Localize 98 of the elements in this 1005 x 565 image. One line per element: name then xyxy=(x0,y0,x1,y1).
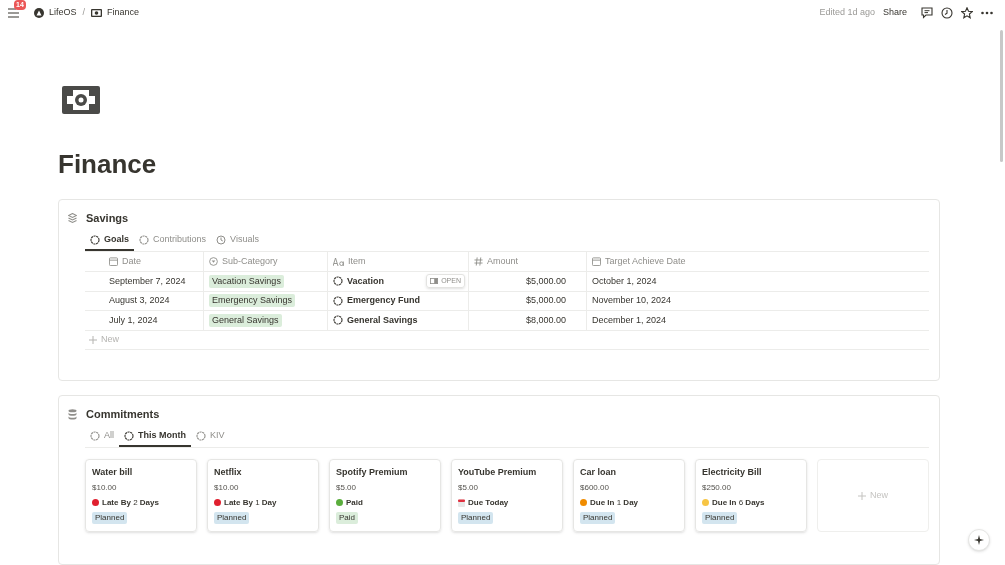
table-cell: December 1, 2024 xyxy=(592,313,667,327)
sparkle-icon xyxy=(974,535,984,545)
text-type-icon xyxy=(333,257,344,266)
money-icon xyxy=(62,86,100,114)
category-tag: Vacation Savings xyxy=(209,274,284,288)
money-icon xyxy=(91,9,103,17)
status-text: Due In 1 Day xyxy=(590,497,639,508)
status-tag: Paid xyxy=(336,512,358,524)
circle-icon xyxy=(333,276,343,287)
column-header[interactable]: Amount xyxy=(468,252,586,271)
circle-icon xyxy=(333,315,343,326)
ai-button[interactable] xyxy=(968,529,990,551)
circle-icon xyxy=(124,430,134,441)
status-text: Due In 6 Days xyxy=(712,497,765,508)
commitment-card[interactable]: Water bill $10.00 Late By 2 Days Planned xyxy=(85,459,197,532)
card-amount: $5.00 xyxy=(336,482,358,493)
breadcrumb-separator: / xyxy=(82,6,86,20)
circle-icon xyxy=(196,430,206,441)
table-cell-text: August 3, 2024 xyxy=(109,294,170,307)
status-tag: Planned xyxy=(458,512,494,524)
calendar-icon xyxy=(458,498,465,507)
table-cell: July 1, 2024 xyxy=(109,313,158,327)
layers-icon xyxy=(68,212,77,224)
commitment-card[interactable]: Car loan $600.00 Due In 1 Day Planned xyxy=(573,459,685,532)
dropdown-icon xyxy=(209,257,218,266)
calendar-icon xyxy=(109,257,118,266)
page-title: Finance xyxy=(58,148,158,180)
table-cell: $8,000.00 xyxy=(525,313,566,327)
status-tag: Planned xyxy=(702,512,738,524)
table-cell-text: $5,000.00 xyxy=(525,294,566,307)
view-tab[interactable]: Contributions xyxy=(134,230,212,251)
edited-time: Edited 1d ago xyxy=(819,6,875,20)
block-title: Commitments xyxy=(86,406,160,422)
circle-icon xyxy=(139,234,149,245)
commitment-card[interactable]: YouTube Premium $5.00 Due Today Planned xyxy=(451,459,563,532)
card-title: Netflix xyxy=(214,466,243,478)
column-header[interactable]: Date xyxy=(85,252,203,271)
item-title[interactable]: General Savings xyxy=(347,313,468,327)
logo-icon xyxy=(34,8,44,18)
status-text: Due Today xyxy=(468,497,509,508)
toolbar-button[interactable] xyxy=(941,7,953,19)
card-amount: $10.00 xyxy=(214,482,240,493)
hash-icon xyxy=(474,257,483,266)
category-tag: General Savings xyxy=(209,313,282,327)
toolbar-button[interactable] xyxy=(921,7,933,19)
toolbar-button[interactable] xyxy=(961,7,973,19)
side-panel-icon xyxy=(430,278,439,285)
card-amount: $600.00 xyxy=(580,482,610,493)
scrollbar[interactable] xyxy=(1000,30,1003,162)
breadcrumb-link[interactable]: Finance xyxy=(91,6,140,20)
plus-icon xyxy=(858,491,866,500)
clock-icon xyxy=(941,7,953,19)
category-tag: Emergency Savings xyxy=(209,294,296,308)
block-title: Savings xyxy=(86,210,129,226)
calendar-icon xyxy=(592,257,601,266)
commitment-card[interactable]: Netflix $10.00 Late By 1 Day Planned xyxy=(207,459,319,532)
commitment-card[interactable]: Electricity Bill $250.00 Due In 6 Days Planned xyxy=(695,459,807,532)
column-header[interactable]: Item xyxy=(327,252,468,271)
card-title: Car loan xyxy=(580,466,617,478)
commitment-card[interactable]: Spotify Premium $5.00 Paid Paid xyxy=(329,459,441,532)
view-tab[interactable]: Goals xyxy=(85,230,134,251)
table-cell-text: November 10, 2024 xyxy=(592,294,672,307)
circle-icon xyxy=(90,430,100,441)
plus-icon xyxy=(89,335,97,344)
table-cell: $5,000.00 xyxy=(525,274,566,288)
status-tag: Planned xyxy=(580,512,616,524)
status-text: Late By 1 Day xyxy=(224,497,277,508)
breadcrumb-link[interactable]: LifeOS xyxy=(34,6,77,20)
view-tab[interactable]: KIV xyxy=(191,426,230,447)
circle-icon xyxy=(333,295,343,306)
table-cell: October 1, 2024 xyxy=(592,274,657,288)
column-header[interactable]: Target Achieve Date xyxy=(586,252,929,271)
database-icon xyxy=(68,408,77,420)
card-title: YouTube Premium xyxy=(458,466,538,478)
menu-icon xyxy=(8,8,19,18)
status-tag: Planned xyxy=(92,512,128,524)
clock-icon xyxy=(216,234,227,245)
card-title: Water bill xyxy=(92,466,134,478)
view-tab[interactable]: All xyxy=(85,426,119,447)
card-amount: $5.00 xyxy=(458,482,480,493)
card-title: Spotify Premium xyxy=(336,466,409,478)
status-text: Paid xyxy=(346,497,363,508)
comment-icon xyxy=(921,7,933,19)
status-text: Late By 2 Days xyxy=(102,497,159,508)
share-button[interactable]: Share xyxy=(882,6,907,20)
column-header[interactable]: Sub-Category xyxy=(203,252,327,271)
table-cell: September 7, 2024 xyxy=(109,274,186,288)
circle-icon xyxy=(90,234,100,245)
view-tab[interactable]: Visuals xyxy=(211,230,264,251)
item-title[interactable]: Vacation xyxy=(347,274,423,288)
item-title[interactable]: Emergency Fund xyxy=(347,294,468,308)
card-amount: $10.00 xyxy=(92,482,118,493)
status-tag: Planned xyxy=(214,512,250,524)
menu-button[interactable] xyxy=(8,8,19,18)
card-title: Electricity Bill xyxy=(702,466,763,478)
view-tab[interactable]: This Month xyxy=(119,426,191,447)
star-icon xyxy=(961,7,973,19)
card-amount: $250.00 xyxy=(702,482,732,493)
